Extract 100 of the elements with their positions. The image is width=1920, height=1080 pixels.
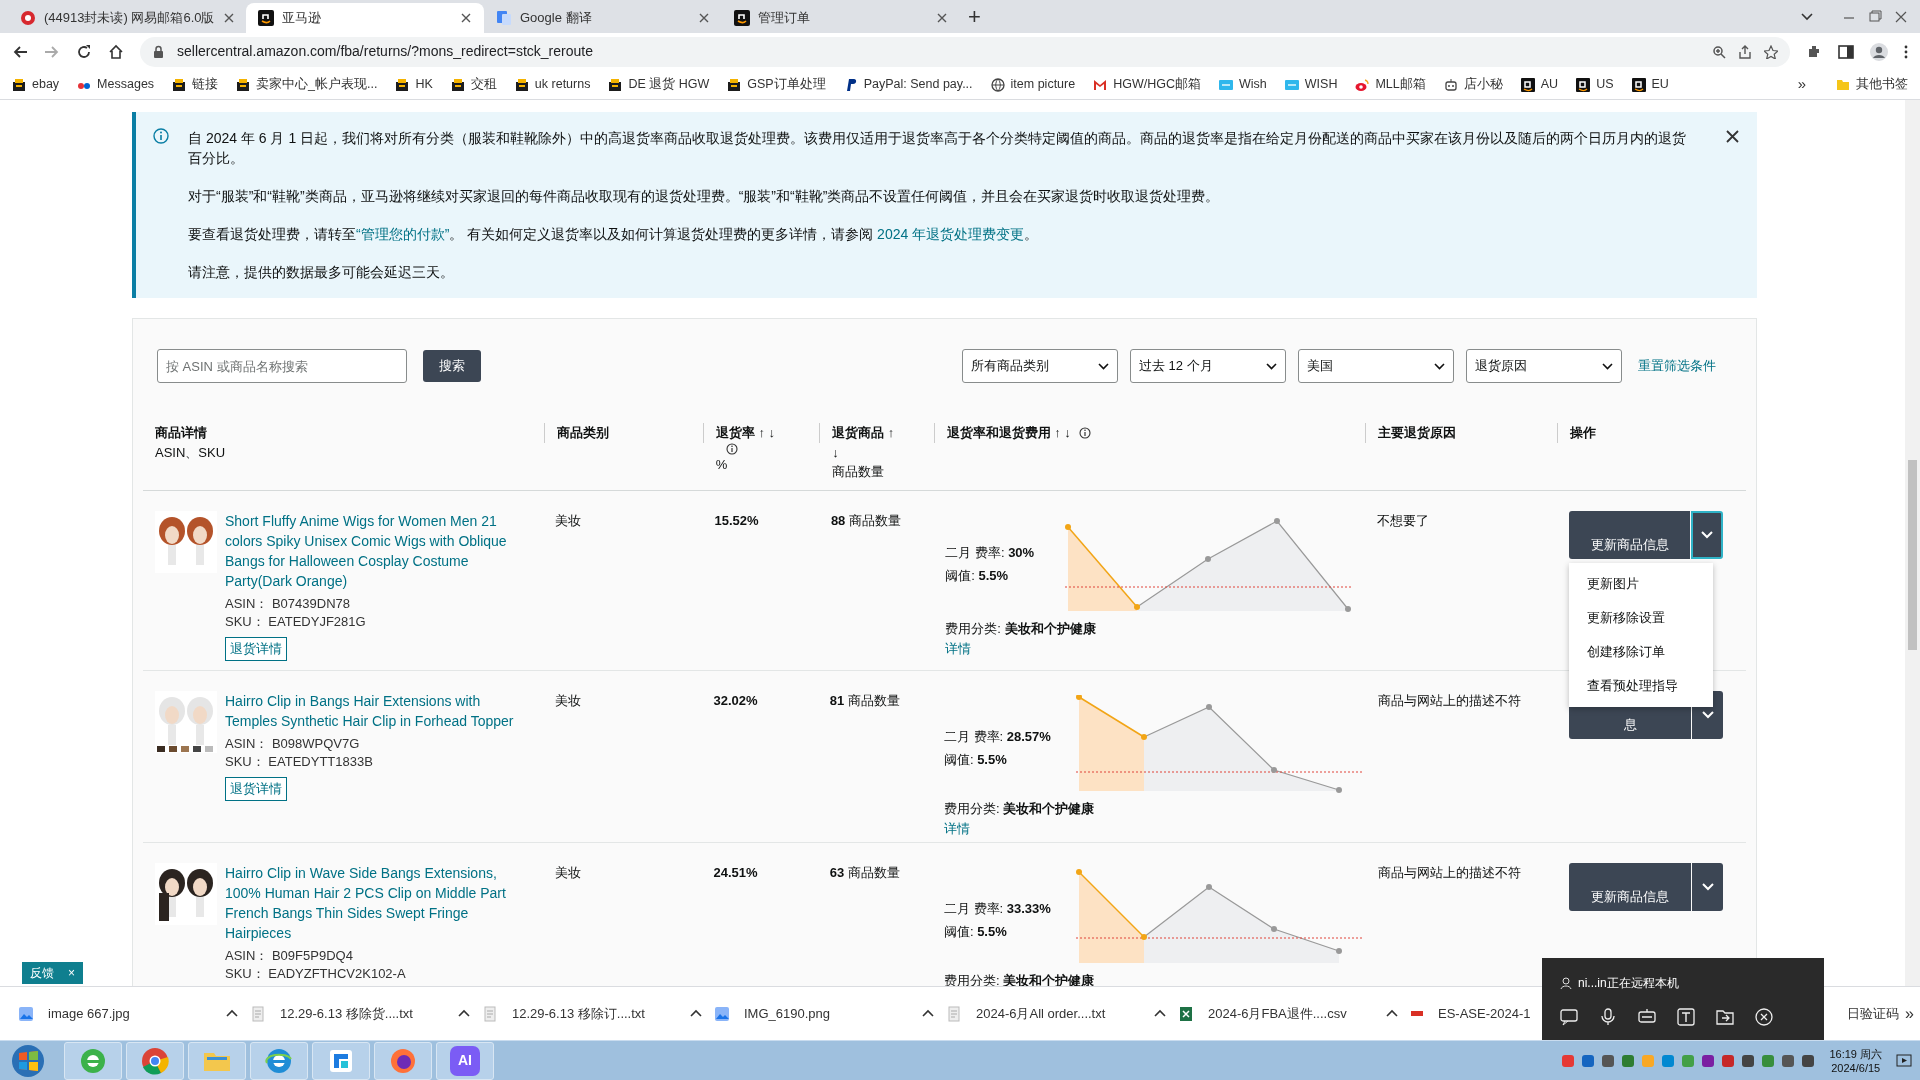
close-icon[interactable]	[936, 12, 948, 24]
tray-icon[interactable]	[1581, 1053, 1596, 1068]
bookmark-item[interactable]: EU	[1631, 75, 1669, 94]
taskbar-app-button[interactable]	[374, 1041, 432, 1080]
home-icon[interactable]	[108, 43, 124, 60]
show-desktop-icon[interactable]	[1896, 1052, 1912, 1069]
download-item[interactable]: 12.29-6.13 移除货....txt	[250, 993, 482, 1034]
close-icon[interactable]	[698, 12, 710, 24]
product-title-link[interactable]: Hairro Clip in Wave Side Bangs Extensions, 100% Human Hair 2 PCS Clip on Middle Part French Bangs Thin Sides Swept Fringe Hairpieces	[225, 863, 531, 943]
tray-icon[interactable]	[1621, 1053, 1636, 1068]
bookmark-item[interactable]: MLL邮箱	[1355, 75, 1426, 94]
tray-icon[interactable]	[1721, 1053, 1736, 1068]
download-item[interactable]: ES-ASE-2024-1	[1410, 993, 1540, 1034]
return-details-button[interactable]: 退货详情	[225, 777, 287, 801]
close-icon[interactable]	[460, 12, 472, 24]
download-item[interactable]: 12.29-6.13 移除订....txt	[482, 993, 714, 1034]
column-header[interactable]: 退货商品 ↑ ↓	[832, 423, 899, 462]
share-icon[interactable]	[1738, 44, 1752, 59]
show-all-button[interactable]: 日验证码	[1847, 1003, 1900, 1024]
close-icon[interactable]	[1894, 9, 1908, 24]
tray-icon[interactable]	[1741, 1053, 1756, 1068]
column-header[interactable]: 主要退货原因	[1378, 423, 1457, 443]
column-header[interactable]: 商品详情	[155, 423, 207, 443]
download-item[interactable]: image 667.jpg	[18, 993, 250, 1034]
product-title-link[interactable]: Short Fluffy Anime Wigs for Women Men 21 colors Spiky Unisex Comic Wigs with Oblique Bangs for Halloween Cosplay Costume Party(Dark Orange)	[225, 511, 532, 591]
notice-link[interactable]: “管理您的付款”	[356, 226, 450, 242]
bookmark-item[interactable]: WISH	[1284, 75, 1338, 94]
close-icon[interactable]	[1726, 130, 1739, 143]
column-header[interactable]: 退货率和退货费用 ↑ ↓	[946, 423, 1071, 443]
bookmark-item[interactable]: item picture	[990, 75, 1076, 94]
restore-icon[interactable]	[1868, 9, 1882, 24]
close-button[interactable]: ×	[68, 964, 75, 982]
bookmark-item[interactable]: PayPal: Send pay...	[843, 75, 973, 94]
profile-avatar-icon[interactable]	[1870, 42, 1888, 61]
bookmark-item[interactable]: 链接	[172, 75, 219, 94]
text-tool-icon[interactable]	[1677, 1008, 1695, 1026]
side-panel-icon[interactable]	[1838, 43, 1854, 60]
bookmark-item[interactable]: uk returns	[514, 75, 591, 94]
bookmark-item[interactable]: 交租	[450, 75, 497, 94]
menu-item[interactable]: 创建移除订单	[1569, 635, 1714, 669]
lock-icon[interactable]	[152, 44, 165, 59]
column-header[interactable]: 商品类别	[556, 423, 609, 443]
column-header[interactable]: 退货率 ↑ ↓	[715, 423, 775, 443]
search-field[interactable]: 按 ASIN 或商品名称搜索	[157, 349, 407, 383]
taskbar-app-button[interactable]	[64, 1041, 122, 1080]
bookmark-item[interactable]: HK	[395, 75, 433, 94]
bookmark-item[interactable]: 店小秘	[1443, 75, 1503, 94]
bookmark-item[interactable]: AU	[1520, 75, 1559, 94]
menu-item[interactable]: 更新图片	[1569, 567, 1714, 601]
new-tab-button[interactable]: +	[968, 5, 981, 29]
more-bookmarks-button[interactable]: »	[1797, 73, 1806, 96]
bookmark-item[interactable]: 卖家中心_帐户表现...	[236, 75, 378, 94]
info-icon[interactable]	[1078, 426, 1091, 439]
notice-link[interactable]: 2024 年退货处理费变更	[877, 226, 1025, 242]
details-link[interactable]: 详情	[943, 818, 970, 838]
scrollbar[interactable]	[1905, 100, 1920, 986]
zoom-icon[interactable]	[1712, 44, 1726, 59]
taskbar-app-button[interactable]	[188, 1041, 246, 1080]
bookmark-item[interactable]: HGW/HGC邮箱	[1093, 75, 1201, 94]
bookmark-item[interactable]: Wish	[1219, 75, 1267, 94]
tray-icon[interactable]	[1801, 1053, 1816, 1068]
more-button[interactable]: »	[1905, 1001, 1914, 1026]
feedback-tab[interactable]: 反馈 ×	[22, 962, 83, 984]
return-details-button[interactable]: 退货详情	[225, 637, 287, 661]
dropdown-toggle-button[interactable]	[1691, 511, 1724, 559]
taskbar-app-button[interactable]	[312, 1041, 370, 1080]
column-header[interactable]: 操作	[1570, 423, 1597, 443]
reload-icon[interactable]	[76, 43, 92, 60]
chevron-up-icon[interactable]	[922, 1009, 934, 1018]
browser-tab[interactable]: 亚马逊	[246, 3, 484, 33]
chevron-up-icon[interactable]	[226, 1009, 238, 1018]
update-listing-button[interactable]: 更新商品信息	[1569, 863, 1691, 911]
bookmark-item[interactable]: ebay	[12, 75, 60, 94]
tray-icon[interactable]	[1601, 1053, 1616, 1068]
dropdown-toggle-button[interactable]	[1691, 863, 1724, 911]
taskbar-app-button[interactable]	[126, 1041, 184, 1080]
download-item[interactable]: 2024-6月All order....txt	[946, 993, 1178, 1034]
menu-icon[interactable]	[1904, 43, 1908, 60]
keyboard-icon[interactable]	[1638, 1008, 1656, 1026]
tray-icon[interactable]	[1781, 1053, 1796, 1068]
filter-dropdown[interactable]: 美国	[1298, 349, 1454, 383]
chevron-up-icon[interactable]	[458, 1009, 470, 1018]
puzzle-icon[interactable]	[1806, 43, 1822, 60]
start-button[interactable]	[10, 1042, 46, 1079]
back-arrow-icon[interactable]	[12, 43, 28, 60]
update-listing-button[interactable]: 更新商品信息	[1569, 511, 1691, 559]
chevron-up-icon[interactable]	[1386, 1009, 1398, 1018]
reset-filters-link[interactable]: 重置筛选条件	[1638, 356, 1716, 376]
taskbar-app-button[interactable]	[250, 1041, 308, 1080]
star-icon[interactable]	[1764, 44, 1778, 59]
chevron-up-icon[interactable]	[690, 1009, 702, 1018]
file-transfer-icon[interactable]	[1716, 1008, 1734, 1026]
close-icon[interactable]	[222, 12, 234, 24]
download-item[interactable]: 2024-6月FBA退件....csv	[1178, 993, 1410, 1034]
other-bookmarks-folder[interactable]: 其他书签	[1836, 75, 1908, 94]
search-button[interactable]: 搜索	[423, 350, 481, 382]
product-title-link[interactable]: Hairro Clip in Bangs Hair Extensions with Temples Synthetic Hair Clip in Forhead Topper	[225, 691, 531, 731]
address-bar[interactable]: sellercentral.amazon.com/fba/returns/?mons_redirect=stck_reroute	[140, 36, 1790, 67]
clock[interactable]: 16:19 周六 2024/6/15	[1829, 1046, 1882, 1075]
info-icon[interactable]	[725, 442, 738, 455]
